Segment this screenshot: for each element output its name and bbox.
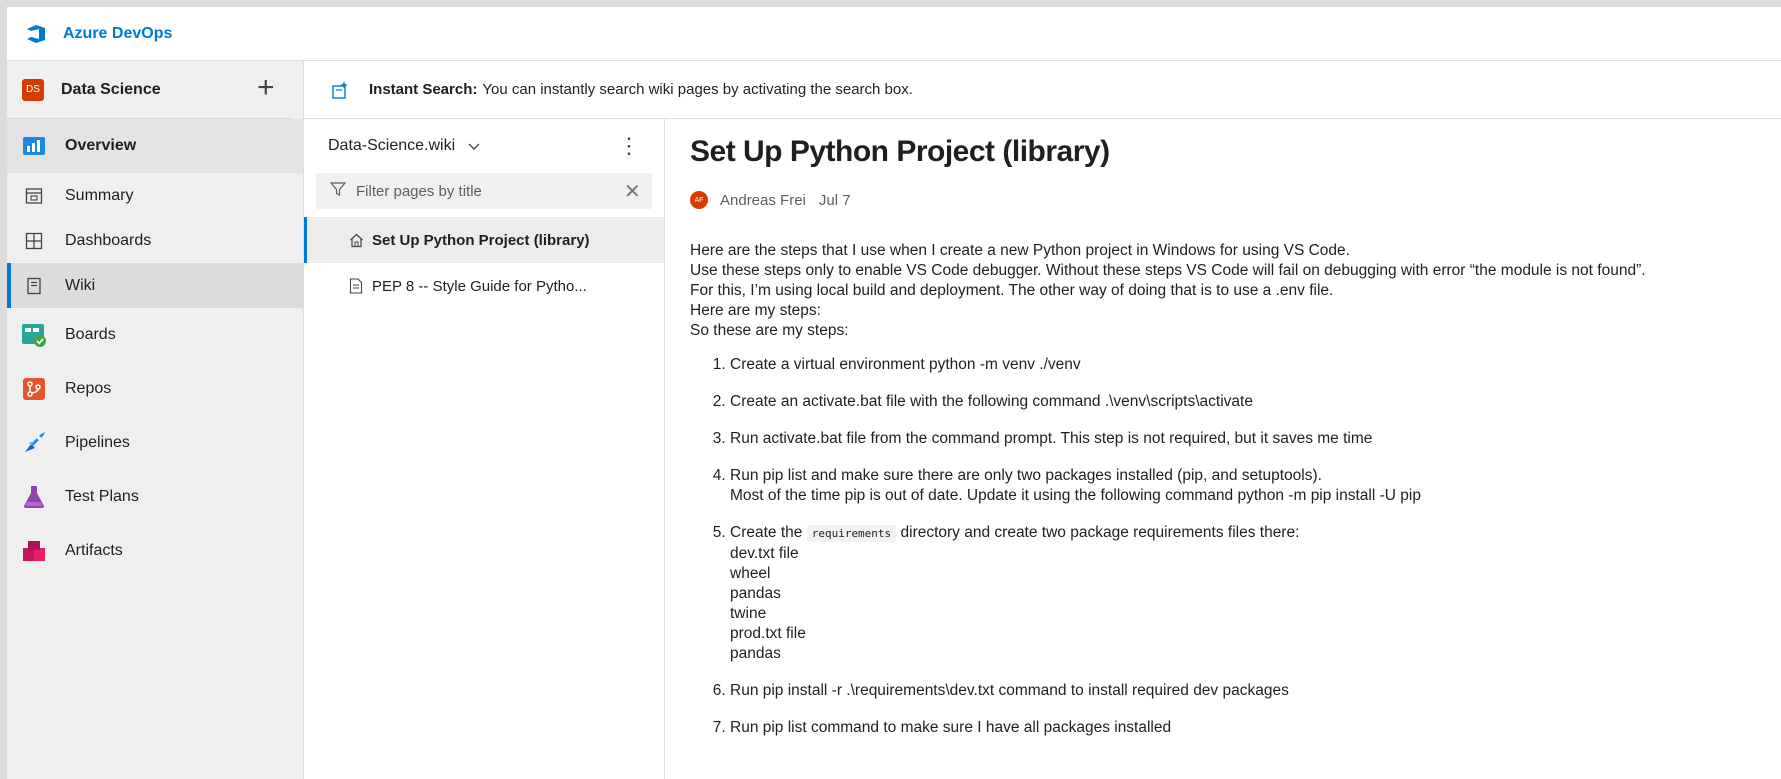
nav-item-overview[interactable]: Overview bbox=[7, 119, 303, 173]
nav-item-boards[interactable]: Boards bbox=[7, 308, 303, 362]
banner-text: You can instantly search wiki pages by a… bbox=[482, 81, 913, 98]
close-icon[interactable]: ✕ bbox=[624, 179, 641, 204]
artifacts-icon bbox=[21, 538, 47, 564]
nav-item-summary[interactable]: Summary bbox=[7, 173, 303, 218]
azure-devops-logo-icon[interactable] bbox=[23, 21, 49, 47]
intro-line: So these are my steps: bbox=[690, 322, 849, 339]
wiki-tree-pane: Data-Science.wiki ⋮ ✕ Set Up Python Proj… bbox=[304, 119, 665, 779]
list-item: Create a virtual environment python -m v… bbox=[730, 355, 1781, 375]
tree-item-label: Set Up Python Project (library) bbox=[372, 231, 590, 249]
page-intro: Here are the steps that I use when I cre… bbox=[690, 241, 1781, 341]
page-meta: AF Andreas Frei Jul 7 bbox=[690, 191, 1781, 209]
more-options-icon[interactable]: ⋮ bbox=[618, 133, 640, 159]
plus-icon[interactable]: + bbox=[257, 73, 275, 103]
test-plans-icon bbox=[21, 484, 47, 510]
banner-title: Instant Search: bbox=[369, 81, 478, 98]
page-date: Jul 7 bbox=[818, 191, 851, 209]
nav-item-label: Overview bbox=[65, 137, 137, 154]
wiki-selector[interactable]: Data-Science.wiki ⋮ bbox=[304, 119, 664, 173]
nav-item-pipelines[interactable]: Pipelines bbox=[7, 416, 303, 470]
filter-icon bbox=[329, 181, 347, 202]
inline-code: requirements bbox=[806, 525, 897, 542]
overview-icon bbox=[21, 133, 47, 159]
sparkle-icon bbox=[329, 79, 351, 101]
nav-item-wiki[interactable]: Wiki bbox=[7, 263, 303, 308]
pipelines-icon bbox=[21, 430, 47, 456]
nav-item-label: Wiki bbox=[65, 276, 96, 294]
summary-icon bbox=[21, 183, 47, 209]
wiki-page-content: Set Up Python Project (library) AF Andre… bbox=[665, 119, 1781, 779]
boards-icon bbox=[21, 322, 47, 348]
list-item: Run pip install -r .\requirements\dev.tx… bbox=[730, 681, 1781, 701]
chevron-down-icon bbox=[467, 139, 481, 153]
intro-line: For this, I’m using local build and depl… bbox=[690, 282, 1334, 299]
avatar[interactable]: AF bbox=[690, 191, 708, 209]
brand-name[interactable]: Azure DevOps bbox=[63, 25, 172, 43]
nav-item-label: Summary bbox=[65, 186, 134, 204]
nav-item-artifacts[interactable]: Artifacts bbox=[7, 524, 303, 578]
nav-item-repos[interactable]: Repos bbox=[7, 362, 303, 416]
list-item: Run activate.bat file from the command p… bbox=[730, 429, 1781, 449]
list-item: Create an activate.bat file with the fol… bbox=[730, 392, 1781, 412]
list-item: Run pip list command to make sure I have… bbox=[730, 718, 1781, 738]
nav-item-label: Artifacts bbox=[65, 542, 123, 559]
filter-pages-box[interactable]: ✕ bbox=[316, 173, 652, 209]
wiki-icon bbox=[21, 273, 47, 299]
filter-pages-input[interactable] bbox=[356, 182, 616, 200]
app-frame: Azure DevOps DS Data Science + Overview … bbox=[0, 0, 1781, 779]
steps-list: Create a virtual environment python -m v… bbox=[690, 355, 1781, 738]
instant-search-banner: Instant Search: You can instantly search… bbox=[304, 61, 1781, 119]
nav-item-label: Pipelines bbox=[65, 434, 130, 451]
project-name: Data Science bbox=[61, 80, 161, 98]
nav-item-label: Boards bbox=[65, 326, 116, 343]
list-item: Run pip list and make sure there are onl… bbox=[730, 466, 1781, 506]
home-icon bbox=[348, 232, 364, 248]
list-item: Create the requirements directory and cr… bbox=[730, 523, 1781, 664]
intro-line: Use these steps only to enable VS Code d… bbox=[690, 262, 1646, 279]
repos-icon bbox=[21, 376, 47, 402]
left-navigation: DS Data Science + Overview Summary Dashb… bbox=[7, 61, 304, 779]
intro-line: Here are my steps: bbox=[690, 302, 821, 319]
tree-item-set-up-python-project[interactable]: Set Up Python Project (library) bbox=[304, 217, 664, 263]
project-avatar: DS bbox=[22, 78, 44, 101]
author-name[interactable]: Andreas Frei bbox=[720, 192, 806, 209]
nav-item-dashboards[interactable]: Dashboards bbox=[7, 218, 303, 263]
intro-line: Here are the steps that I use when I cre… bbox=[690, 242, 1350, 259]
nav-item-label: Dashboards bbox=[65, 231, 152, 249]
nav-item-label: Repos bbox=[65, 380, 112, 397]
page-icon bbox=[348, 278, 364, 294]
tree-item-pep-8[interactable]: PEP 8 -- Style Guide for Pytho... bbox=[304, 263, 664, 309]
dashboards-icon bbox=[21, 228, 47, 254]
nav-item-label: Test Plans bbox=[65, 488, 139, 505]
project-header[interactable]: DS Data Science + bbox=[7, 61, 293, 119]
page-title: Set Up Python Project (library) bbox=[690, 135, 1110, 168]
nav-item-test-plans[interactable]: Test Plans bbox=[7, 470, 303, 524]
top-bar: Azure DevOps bbox=[7, 7, 1781, 61]
wiki-name: Data-Science.wiki bbox=[328, 137, 456, 154]
tree-item-label: PEP 8 -- Style Guide for Pytho... bbox=[372, 277, 587, 295]
